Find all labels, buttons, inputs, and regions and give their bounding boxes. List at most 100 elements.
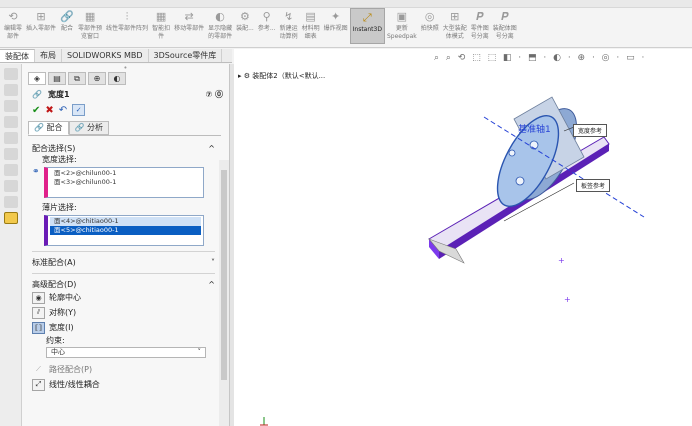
datum-axis-label[interactable]: 基准轴1 — [518, 122, 551, 135]
option-path-mate[interactable]: ⟋ 路径配合(P) — [32, 362, 221, 377]
ribbon-button-reference-geometry[interactable]: ⚲ 参考... — [256, 8, 278, 33]
mate-icon: 🔗 — [60, 10, 74, 23]
dimxpert-icon[interactable]: ⊕ — [88, 72, 106, 85]
strip-icon[interactable] — [4, 116, 18, 128]
collapse-icon[interactable]: ^ — [208, 144, 215, 153]
option-symmetric[interactable]: ⫽ 对称(Y) — [32, 305, 221, 320]
large-assembly-icon: ⊞ — [450, 10, 460, 23]
part-number-icon: 𝑷 — [476, 10, 484, 23]
section-title: 标准配合(A) — [32, 257, 76, 267]
ribbon-label: 新建运 动算例 — [279, 25, 298, 40]
ribbon-button-linear-pattern[interactable]: ⫶ 线性零部件阵列 — [104, 8, 150, 33]
title-bar — [0, 0, 692, 8]
ribbon-button-snapshot[interactable]: ◎ 拍快照 — [419, 8, 441, 33]
graphics-area[interactable]: ⌕ ⌕ ⟲ ⬚ ⬚ ◧ · ⬒ · ◐ · ⊕ · ◎ · ▭ · ▸ ⚙ 装配… — [234, 49, 692, 426]
ribbon-button-insert-component[interactable]: ⊞ 插入零部件 — [24, 8, 58, 33]
pm-header: 🔗 宽度1 ⑦ ⓪ — [22, 86, 229, 102]
ribbon-button-part-number[interactable]: 𝑷 零件图 号分离 — [469, 8, 491, 41]
wheel-hole — [508, 149, 516, 157]
list-item[interactable]: 面<2>@chilun00-1 — [50, 169, 201, 178]
plate-reference-tag[interactable]: 板签参考 — [576, 179, 611, 192]
ribbon-button-bom[interactable]: ▤ 材料明 细表 — [300, 8, 322, 41]
ribbon-button-assembly-feature[interactable]: ⚙ 装配... — [234, 8, 256, 33]
option-profile-center[interactable]: ◉ 轮廓中心 — [32, 290, 221, 305]
strip-icon[interactable] — [4, 132, 18, 144]
list-item-selected[interactable]: 面<5>@chitiao00-1 — [50, 226, 201, 235]
ribbon-button-smart-fastener[interactable]: ▦ 智能扣 件 — [150, 8, 172, 41]
ribbon-button-large-assembly[interactable]: ⊞ 大型装配 体模式 — [441, 8, 469, 41]
tab-selection-label: 薄片选择: — [42, 203, 77, 212]
component-preview-icon: ▦ — [84, 10, 96, 23]
mate-icon: 🔗 — [32, 89, 42, 99]
path-mate-icon: ⟋ — [36, 365, 41, 373]
width-selection-list[interactable]: 面<2>@chilun00-1 面<3>@chilun00-1 — [44, 167, 204, 198]
ribbon-label: 材料明 细表 — [301, 25, 320, 40]
section-standard-mates[interactable]: 标准配合(A) ˅ — [28, 256, 221, 268]
panel-grip[interactable]: • — [22, 64, 229, 72]
tab-layout[interactable]: 布局 — [35, 49, 62, 62]
display-manager-icon[interactable]: ◐ — [108, 72, 126, 85]
feature-manager-icon[interactable]: ◈ — [28, 72, 46, 85]
strip-icon[interactable] — [4, 196, 18, 208]
list-item[interactable]: 面<4>@chitiao00-1 — [50, 217, 201, 226]
mate-strip-icon[interactable] — [4, 212, 18, 224]
subtab-analysis[interactable]: 🔗 分析 — [68, 121, 110, 135]
show-hidden-icon: ◐ — [215, 10, 225, 23]
property-manager: • ◈ ▤ ⧉ ⊕ ◐ 🔗 宽度1 ⑦ ⓪ ✔ ✖ ↶ ✓ 🔗 配合 🔗 分析 … — [22, 64, 230, 426]
cancel-icon[interactable]: ✖ — [45, 105, 53, 116]
instant3d-icon: ⤢ — [362, 11, 372, 24]
tab-assembly[interactable]: 装配体 — [0, 49, 35, 62]
ribbon-button-mate[interactable]: 🔗 配合 — [58, 8, 76, 33]
width-selection-row: ⚭ 面<2>@chilun00-1 面<3>@chilun00-1 — [32, 167, 221, 198]
ribbon-button-instant3d[interactable]: ⤢ Instant3D — [349, 8, 385, 44]
scroll-thumb[interactable] — [221, 170, 227, 380]
command-ribbon: ⟲ 编辑零 部件 ⊞ 插入零部件 🔗 配合 ▦ 零部件预 览窗口 ⫶ 线性零部件阵列 ▦ 智能扣 件 ⇄… — [0, 8, 692, 48]
ribbon-label: 智能扣 件 — [152, 25, 171, 40]
section-mate-selections[interactable]: 配合选择(S) ^ — [28, 142, 221, 154]
width-reference-tag[interactable]: 宽度参考 — [573, 124, 608, 137]
strip-icon[interactable] — [4, 84, 18, 96]
strip-icon[interactable] — [4, 148, 18, 160]
configuration-manager-icon[interactable]: ⧉ — [68, 72, 86, 85]
ribbon-label: 零部件预 览窗口 — [78, 25, 103, 40]
option-linear-coupler[interactable]: ⤢ 线性/线性耦合 — [32, 377, 221, 392]
left-icon-strip — [0, 64, 22, 426]
point-marker: + — [558, 256, 565, 265]
strip-icon[interactable] — [4, 100, 18, 112]
pm-scrollbar[interactable] — [219, 160, 229, 426]
collapse-icon[interactable]: ^ — [208, 280, 215, 289]
strip-icon[interactable] — [4, 68, 18, 80]
wheel-hole — [515, 176, 525, 186]
undo-icon[interactable]: ↶ — [59, 105, 67, 116]
constraint-select[interactable]: 中心 ˅ — [46, 347, 206, 358]
tab-selection-list[interactable]: 面<4>@chitiao00-1 面<5>@chitiao00-1 — [44, 215, 204, 246]
tab-mbd[interactable]: SOLIDWORKS MBD — [62, 49, 149, 62]
ribbon-button-assembly-number[interactable]: 𝑷 装配体图 号分离 — [491, 8, 519, 41]
property-manager-icon[interactable]: ▤ — [48, 72, 66, 85]
strip-icon[interactable] — [4, 180, 18, 192]
edit-part-icon: ⟲ — [8, 10, 18, 23]
tab-3dsource[interactable]: 3DSource零件库 — [149, 49, 223, 62]
ribbon-button-speedpak[interactable]: ▣ 更新 Speedpak — [385, 8, 419, 41]
ribbon-button-exploded-view[interactable]: ✦ 爆炸视图 — [322, 8, 350, 33]
ribbon-button-new-motion-study[interactable]: ↯ 新建运 动算例 — [278, 8, 300, 41]
ribbon-button-component-preview[interactable]: ▦ 零部件预 览窗口 — [76, 8, 104, 41]
ok-icon[interactable]: ✔ — [32, 105, 40, 116]
symmetric-icon: ⫽ — [32, 306, 45, 319]
option-width[interactable]: ⟦⟧ 宽度(I) — [32, 320, 221, 335]
ribbon-button-move-component[interactable]: ⇄ 移动零部件 — [172, 8, 206, 33]
expand-icon[interactable]: ˅ — [211, 258, 215, 267]
ribbon-label: 装配... — [236, 25, 254, 32]
strip-icon[interactable] — [4, 164, 18, 176]
ribbon-button-show-hidden[interactable]: ◐ 显示隐藏 的零部件 — [206, 8, 234, 41]
ribbon-button-edit-part[interactable]: ⟲ 编辑零 部件 — [2, 8, 24, 41]
section-advanced-mates[interactable]: 高级配合(D) ^ — [28, 278, 221, 290]
width-selection-label: 宽度选择: — [42, 155, 77, 164]
pin-icon[interactable]: ✓ — [72, 104, 86, 116]
subtab-mates[interactable]: 🔗 配合 — [28, 121, 69, 135]
assembly-feature-icon: ⚙ — [240, 10, 250, 23]
model-view[interactable]: + + — [234, 49, 692, 426]
help-icons[interactable]: ⑦ ⓪ — [205, 89, 223, 100]
list-item[interactable]: 面<3>@chilun00-1 — [50, 178, 201, 187]
